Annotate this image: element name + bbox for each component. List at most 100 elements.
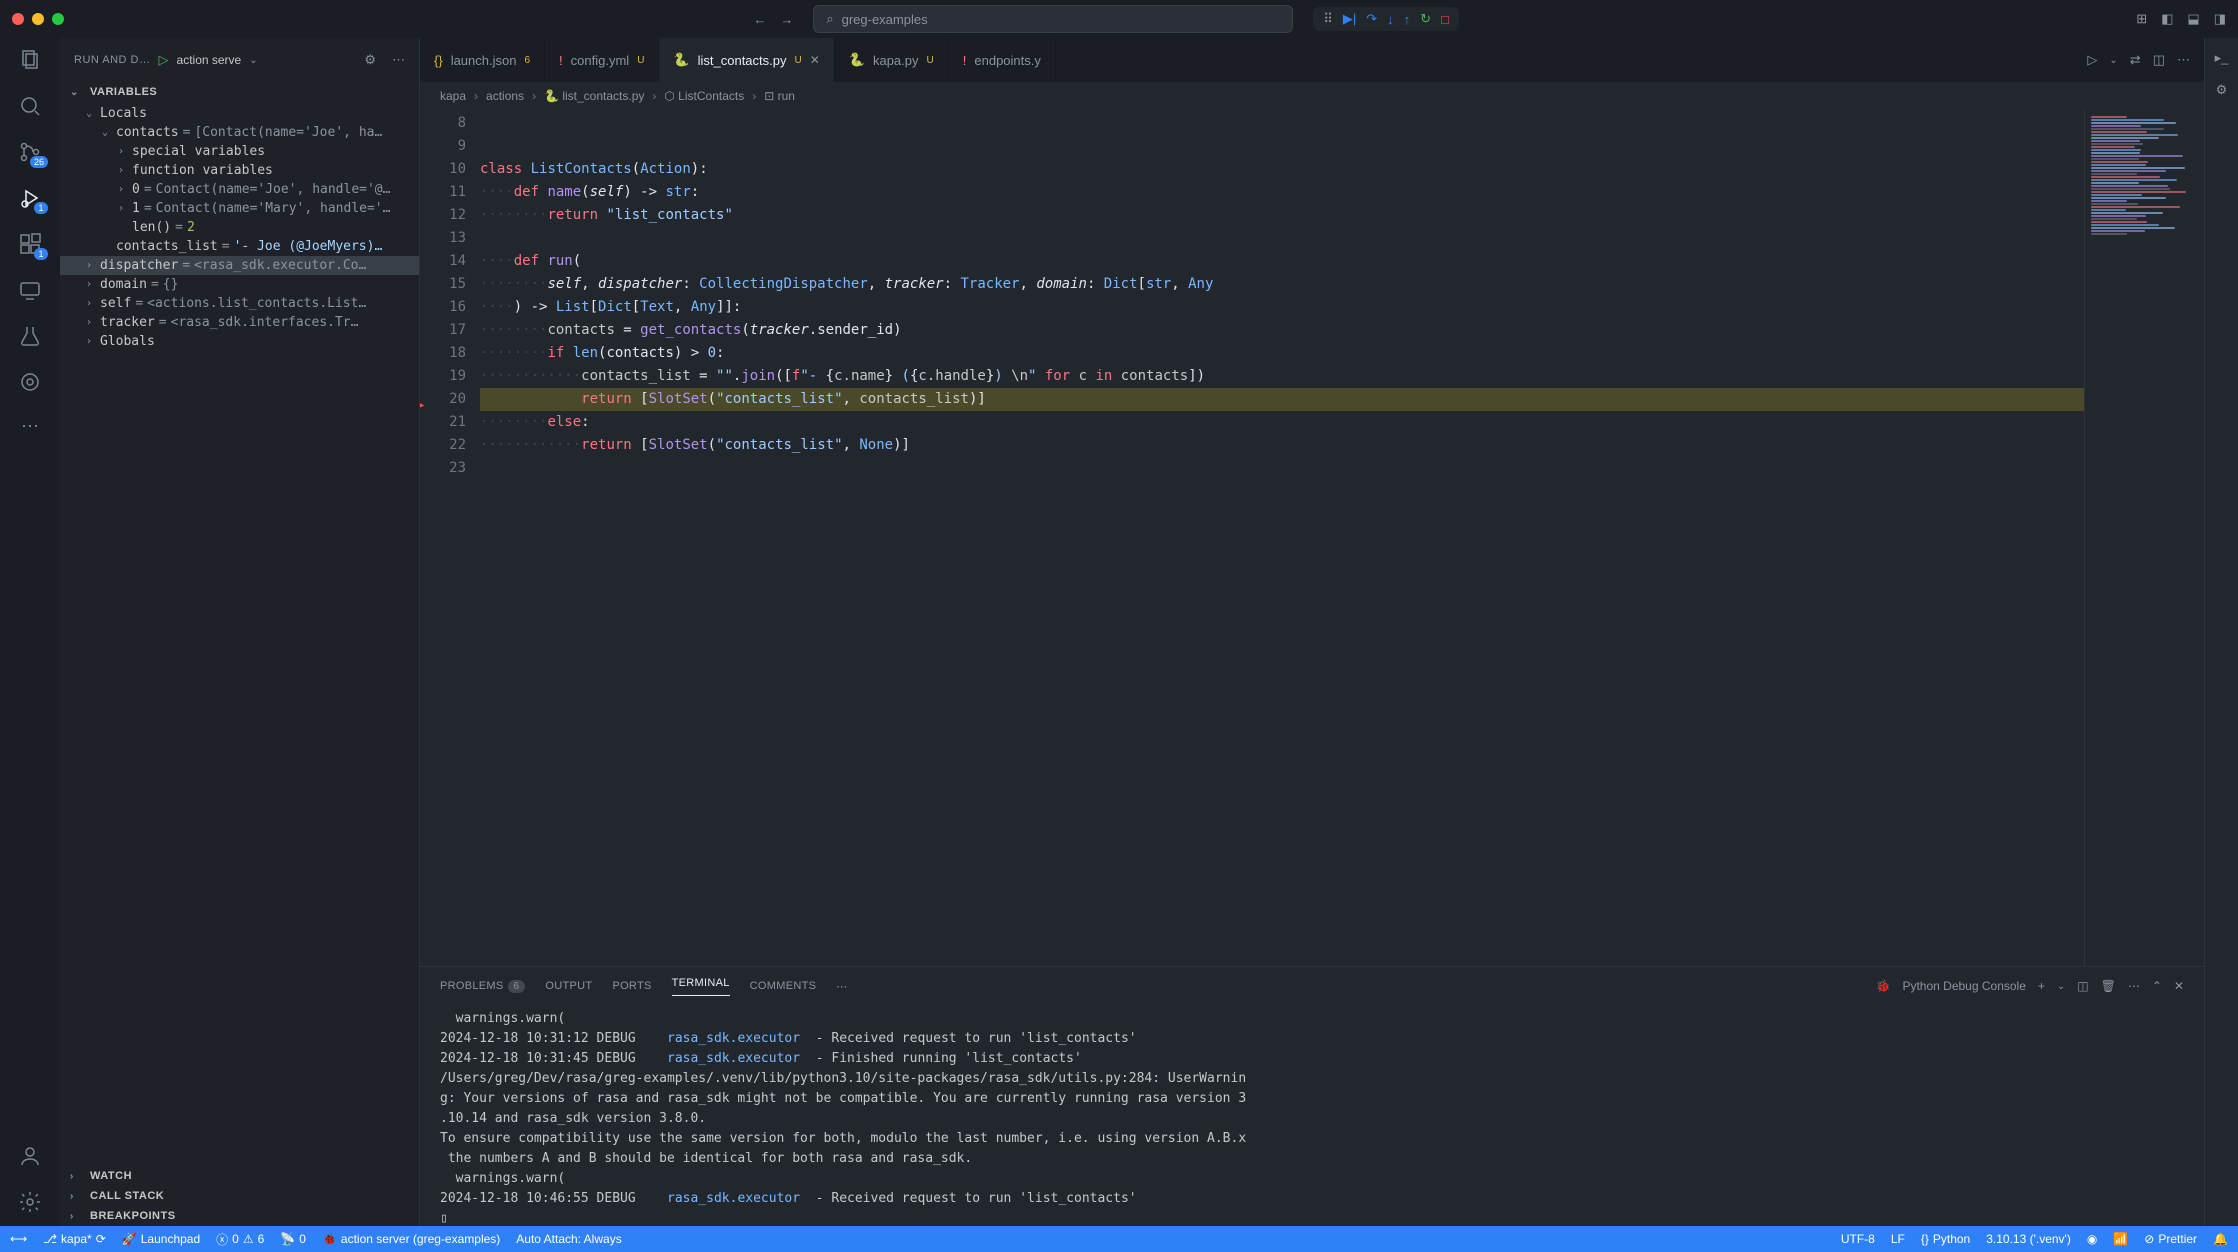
nav-forward-icon[interactable]: → [780,12,793,27]
breadcrumb-item[interactable]: ⊡ run [764,89,795,103]
var-tracker[interactable]: ›tracker=<rasa_sdk.interfaces.Tr… [60,313,419,332]
debug-config-select[interactable]: action serve [177,53,242,67]
watch-section[interactable]: ›WATCH [60,1166,419,1186]
command-center[interactable]: ⌕ greg-examples [813,5,1293,33]
prettier[interactable]: ⊘ Prettier [2144,1232,2197,1246]
tab-terminal[interactable]: TERMINAL [672,977,730,996]
account-icon[interactable] [18,1144,42,1168]
language-mode[interactable]: {} Python [1921,1232,1970,1246]
panel-right-icon[interactable]: ◨ [2214,11,2226,27]
variables-section[interactable]: ⌄VARIABLES [60,82,419,102]
settings-icon[interactable] [18,1190,42,1214]
globals-scope[interactable]: ›Globals [60,332,419,351]
encoding[interactable]: UTF-8 [1841,1232,1875,1246]
var-dispatcher[interactable]: ›dispatcher=<rasa_sdk.executor.Co… [60,256,419,275]
tab-comments[interactable]: COMMENTS [750,980,817,992]
live-share-icon[interactable]: 📶 [2113,1232,2128,1246]
var-idx1[interactable]: ›1=Contact(name='Mary', handle='… [60,199,419,218]
new-terminal-icon[interactable]: + [2038,979,2045,993]
var-idx0[interactable]: ›0=Contact(name='Joe', handle='@… [60,180,419,199]
more-icon[interactable]: ⋯ [2128,979,2140,993]
breadcrumb-item[interactable]: kapa [440,89,466,103]
callstack-section[interactable]: ›CALL STACK [60,1186,419,1206]
terminal-name[interactable]: Python Debug Console [1902,979,2025,993]
var-domain[interactable]: ›domain={} [60,275,419,294]
bug-settings-icon[interactable]: ⚙ [2216,82,2228,98]
run-icon[interactable]: ▷ [2087,52,2097,68]
split-terminal-icon[interactable]: ◫ [2077,979,2088,993]
auto-attach[interactable]: Auto Attach: Always [516,1232,621,1246]
maximize-panel-icon[interactable]: ⌃ [2152,979,2162,993]
bell-icon[interactable]: 🔔 [2213,1232,2228,1246]
restart-icon[interactable]: ↻ [1420,11,1431,27]
tab-launch.json[interactable]: {}launch.json6 [420,38,545,82]
breadcrumb-item[interactable]: 🐍 list_contacts.py [544,89,644,103]
step-out-icon[interactable]: ↑ [1404,12,1411,27]
terminal-output[interactable]: warnings.warn(2024-12-18 10:31:12 DEBUG … [420,1005,2204,1226]
var-len[interactable]: len()=2 [60,218,419,237]
breakpoints-section[interactable]: ›BREAKPOINTS [60,1206,419,1226]
python-version[interactable]: 3.10.13 ('.venv') [1986,1232,2071,1246]
drag-handle-icon[interactable]: ⠿ [1323,11,1333,27]
code-editor[interactable]: 8910111213141516171819▶20212223 class Li… [420,110,2204,966]
panel-left-icon[interactable]: ◧ [2161,11,2173,27]
eol[interactable]: LF [1891,1232,1905,1246]
tab-endpoints.y[interactable]: !endpoints.y [949,38,1056,82]
sparkle-icon[interactable] [18,370,42,394]
var-funcvars[interactable]: ›function variables [60,161,419,180]
stop-icon[interactable]: □ [1441,12,1449,27]
source-control-icon[interactable]: 26 [18,140,42,164]
chevron-down-icon[interactable]: ⌄ [2057,981,2065,992]
tab-output[interactable]: OUTPUT [545,980,592,992]
launchpad[interactable]: 🚀 Launchpad [122,1232,200,1246]
terminal-icon[interactable]: ▸_ [2215,50,2229,66]
more-icon[interactable]: ⋯ [836,980,847,993]
close-window[interactable] [12,13,24,25]
git-branch[interactable]: ⎇ kapa* ⟳ [43,1232,106,1246]
more-icon[interactable]: ⋯ [392,52,405,68]
extensions-icon[interactable]: 1 [18,232,42,256]
chevron-down-icon[interactable]: ⌄ [249,55,257,66]
search-icon[interactable] [18,94,42,118]
ports-status[interactable]: 📡 0 [280,1232,306,1246]
var-self[interactable]: ›self=<actions.list_contacts.List… [60,294,419,313]
panel-bottom-icon[interactable]: ⬓ [2187,11,2199,27]
explorer-icon[interactable] [18,48,42,72]
locals-scope[interactable]: ⌄Locals [60,104,419,123]
split-editor-icon[interactable]: ◫ [2153,52,2165,68]
more-icon[interactable]: ⋯ [21,416,39,437]
testing-icon[interactable] [18,324,42,348]
tab-list_contacts.py[interactable]: 🐍list_contacts.pyU✕ [659,38,834,82]
close-tab-icon[interactable]: ✕ [810,53,820,67]
more-icon[interactable]: ⋯ [2177,52,2190,68]
var-special[interactable]: ›special variables [60,142,419,161]
remote-icon[interactable] [18,278,42,302]
remote-indicator[interactable]: ⟷ [10,1232,27,1246]
breadcrumb[interactable]: kapa›actions›🐍 list_contacts.py›⬡ ListCo… [420,82,2204,110]
minimap[interactable] [2084,110,2204,966]
trash-icon[interactable]: 🗑 [2101,979,2116,993]
tab-problems[interactable]: PROBLEMS6 [440,980,525,992]
maximize-window[interactable] [52,13,64,25]
start-debug-icon[interactable]: ▷ [159,52,169,68]
step-into-icon[interactable]: ↓ [1387,12,1394,27]
copilot-icon[interactable]: ◉ [2087,1232,2097,1246]
debug-target[interactable]: 🐞 action server (greg-examples) [322,1232,500,1246]
minimize-window[interactable] [32,13,44,25]
close-panel-icon[interactable]: ✕ [2174,979,2184,993]
nav-back-icon[interactable]: ← [753,12,766,27]
tab-ports[interactable]: PORTS [612,980,651,992]
step-over-icon[interactable]: ↷ [1366,11,1377,27]
tab-kapa.py[interactable]: 🐍kapa.pyU [835,38,949,82]
problems-status[interactable]: ⓧ 0 ⚠ 6 [216,1231,264,1248]
continue-icon[interactable]: ▶| [1343,11,1356,27]
gear-icon[interactable]: ⚙ [364,52,376,68]
breadcrumb-item[interactable]: ⬡ ListContacts [664,89,744,103]
chevron-down-icon[interactable]: ⌄ [2109,55,2117,66]
var-contacts-list[interactable]: contacts_list='- Joe (@JoeMyers)… [60,237,419,256]
layout-icon[interactable]: ⊞ [2136,11,2147,27]
diff-icon[interactable]: ⇄ [2130,52,2141,68]
breadcrumb-item[interactable]: actions [486,89,524,103]
run-debug-icon[interactable]: 1 [18,186,42,210]
var-contacts[interactable]: ⌄contacts=[Contact(name='Joe', ha… [60,123,419,142]
